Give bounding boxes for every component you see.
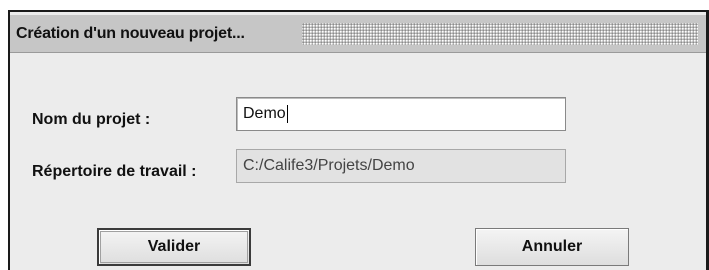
titlebar-grip-icon[interactable] bbox=[302, 23, 698, 45]
project-name-input[interactable]: Demo bbox=[236, 97, 566, 131]
cancel-button-label: Annuler bbox=[521, 238, 583, 255]
dialog-titlebar[interactable]: Création d'un nouveau projet... bbox=[10, 15, 706, 53]
new-project-dialog: Création d'un nouveau projet... Nom du p… bbox=[8, 10, 709, 270]
validate-button-label: Valider bbox=[147, 238, 201, 255]
validate-button[interactable]: Valider bbox=[97, 228, 251, 266]
project-name-value: Demo bbox=[243, 105, 286, 122]
cancel-button[interactable]: Annuler bbox=[475, 228, 629, 266]
work-dir-value: C:/Calife3/Projets/Demo bbox=[243, 157, 415, 174]
work-dir-label: Répertoire de travail : bbox=[32, 163, 197, 180]
work-dir-field: C:/Calife3/Projets/Demo bbox=[236, 149, 566, 183]
project-name-label: Nom du projet : bbox=[32, 111, 151, 128]
text-caret bbox=[286, 105, 288, 123]
dialog-title: Création d'un nouveau projet... bbox=[16, 25, 245, 42]
